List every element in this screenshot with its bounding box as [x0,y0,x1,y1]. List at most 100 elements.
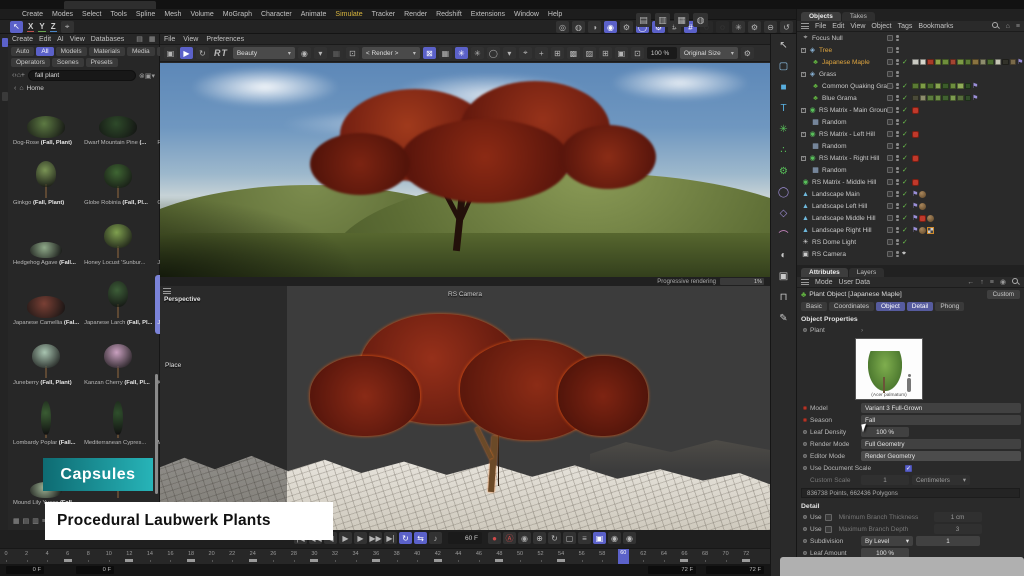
object-name[interactable]: Random [822,167,847,174]
home-icon[interactable]: ⌂ [1006,23,1010,30]
camera-tool-icon[interactable]: ▣ [776,269,792,284]
plant-item-dwarf-mountain-pine[interactable]: Dwarf Mountain Pine (... [82,95,154,154]
enabled-check-icon[interactable]: ✓ [902,238,908,246]
play-button[interactable]: ▶ [339,532,352,544]
ab-menu-databases[interactable]: Databases [91,36,124,43]
object-name[interactable]: Grass [819,71,836,78]
section-tab-coordinates[interactable]: Coordinates [829,302,874,311]
visibility-dots[interactable] [896,59,899,65]
subdivision-mode-dropdown[interactable]: By Level▾ [861,536,913,546]
expression-flag-icon[interactable]: ⚑ [912,215,918,222]
param-dot[interactable] [803,454,807,458]
object-name[interactable]: Landscape Middle Hill [812,215,876,222]
keyframe-marker[interactable] [495,559,503,562]
enabled-check-icon[interactable]: ✓ [902,214,908,222]
image-icon[interactable]: ▨ [583,47,596,59]
perspective-viewport[interactable]: Perspective RS Camera Place [160,286,770,530]
material-swatch[interactable] [912,95,919,102]
object-name[interactable]: RS Matrix - Middle Hill [812,179,876,186]
model-dropdown[interactable]: Variant 3 Full-Grown [861,403,1021,413]
object-row-landscape-middle-hill[interactable]: ▲Landscape Middle Hill✓⚑ [797,212,1024,224]
keyframe-marker[interactable] [187,559,195,562]
record-button[interactable]: ● [488,532,501,544]
redshift-object-tag-icon[interactable] [912,179,919,186]
keyframe-marker[interactable] [680,559,688,562]
up-icon[interactable]: ↑ [980,279,984,286]
record-pla-button[interactable]: ▣ [593,532,606,544]
visibility-dots[interactable] [896,131,899,137]
zoom-fit-icon[interactable]: ⊞ [551,47,564,59]
gear-small-icon[interactable]: ⚙ [748,21,761,33]
plant-item-hedgehog-agave-fall[interactable]: Hedgehog Agave (Fall... [11,215,81,274]
material-swatch[interactable] [965,59,972,66]
filter-tab-materials[interactable]: Materials [89,47,125,56]
enabled-check-icon[interactable]: ✓ [902,118,908,126]
layer-toggle[interactable] [887,215,893,221]
preview-start-field[interactable]: 0 F [76,566,114,574]
layer-toggle[interactable] [887,119,893,125]
workplane-icon[interactable]: ◍ [572,21,585,33]
playhead[interactable]: 60 [618,549,629,565]
axis-z-toggle[interactable]: Z [50,22,57,32]
menu-spline[interactable]: Spline [136,11,155,18]
keyframe-marker[interactable] [249,559,257,562]
material-swatch[interactable] [950,83,957,90]
material-swatch[interactable] [935,95,942,102]
rv-menu-view[interactable]: View [183,36,198,43]
keyframe-marker[interactable] [434,559,442,562]
crop-icon[interactable]: ⊡ [346,47,359,59]
search-icon[interactable] [992,22,1000,30]
coordinate-system-icon[interactable]: ⌖ [61,21,74,33]
mograph-cloner-icon[interactable]: ∴ [776,143,792,158]
layer-toggle[interactable] [887,155,893,161]
character-gear-icon[interactable]: ⚙ [620,21,633,33]
material-swatch[interactable] [995,59,1002,66]
material-swatch[interactable] [950,95,957,102]
layer-toggle[interactable] [887,227,893,233]
deformer-icon[interactable]: ◇ [776,206,792,221]
rv-menu-preferences[interactable]: Preferences [206,36,244,43]
particle-emitter-icon[interactable]: ✳ [776,122,792,137]
render-pass-dropdown[interactable]: Beauty▾ [233,47,295,59]
pingpong-button[interactable]: ⇆ [414,532,427,544]
move-tool-icon[interactable]: ↖ [10,21,23,33]
menu-render[interactable]: Render [404,11,427,18]
om-menu-edit[interactable]: Edit [832,23,844,30]
material-swatch[interactable] [957,95,964,102]
layer-toggle[interactable] [887,167,893,173]
layer-toggle[interactable] [887,143,893,149]
document-tab[interactable] [64,1,156,9]
layer-toggle[interactable] [887,131,893,137]
om-tab-objects[interactable]: Objects [801,12,841,21]
snowflake-icon[interactable]: ✳ [455,47,468,59]
material-swatch[interactable] [965,95,972,102]
loop-button[interactable]: ↻ [399,532,412,544]
material-swatch[interactable] [920,83,927,90]
spline-ellipse-icon[interactable]: ◯ [776,185,792,200]
enabled-check-icon[interactable]: ✓ [902,226,908,234]
material-swatch[interactable] [942,83,949,90]
material-swatch[interactable] [942,59,949,66]
plant-expand-caret[interactable]: › [861,327,863,334]
preview-end-field[interactable]: 72 F [648,566,696,574]
object-name[interactable]: Landscape Right Hill [812,227,872,234]
param-dot[interactable] [803,430,807,434]
menu-tools[interactable]: Tools [111,11,127,18]
object-name[interactable]: RS Matrix - Right Hill [819,155,879,162]
layer-toggle[interactable] [887,95,893,101]
plant-item-lombardy-poplar-fall[interactable]: Lombardy Poplar (Fall... [11,395,81,454]
layer-toggle[interactable] [887,71,893,77]
pv-icon[interactable]: ▣ [615,47,628,59]
enabled-check-icon[interactable]: ✓ [902,82,908,90]
object-row-random[interactable]: ▦Random✓ [797,164,1024,176]
param-dot[interactable] [803,328,807,332]
plant-item-juneberry-fall-plant[interactable]: Juneberry (Fall, Plant) [11,335,81,394]
filter-tab-all[interactable]: All [36,47,53,56]
save-image-icon[interactable]: ▣ [164,47,177,59]
menu-window[interactable]: Window [514,11,539,18]
camera-target-icon[interactable]: ⌖ [902,250,906,258]
plant-item-globe-robinia-fall-pl[interactable]: Globe Robinia (Fall, Pl... [82,155,154,214]
visibility-dots[interactable] [896,83,899,89]
pan-icon[interactable]: + [535,47,548,59]
attr-menu-mode[interactable]: Mode [815,279,833,286]
